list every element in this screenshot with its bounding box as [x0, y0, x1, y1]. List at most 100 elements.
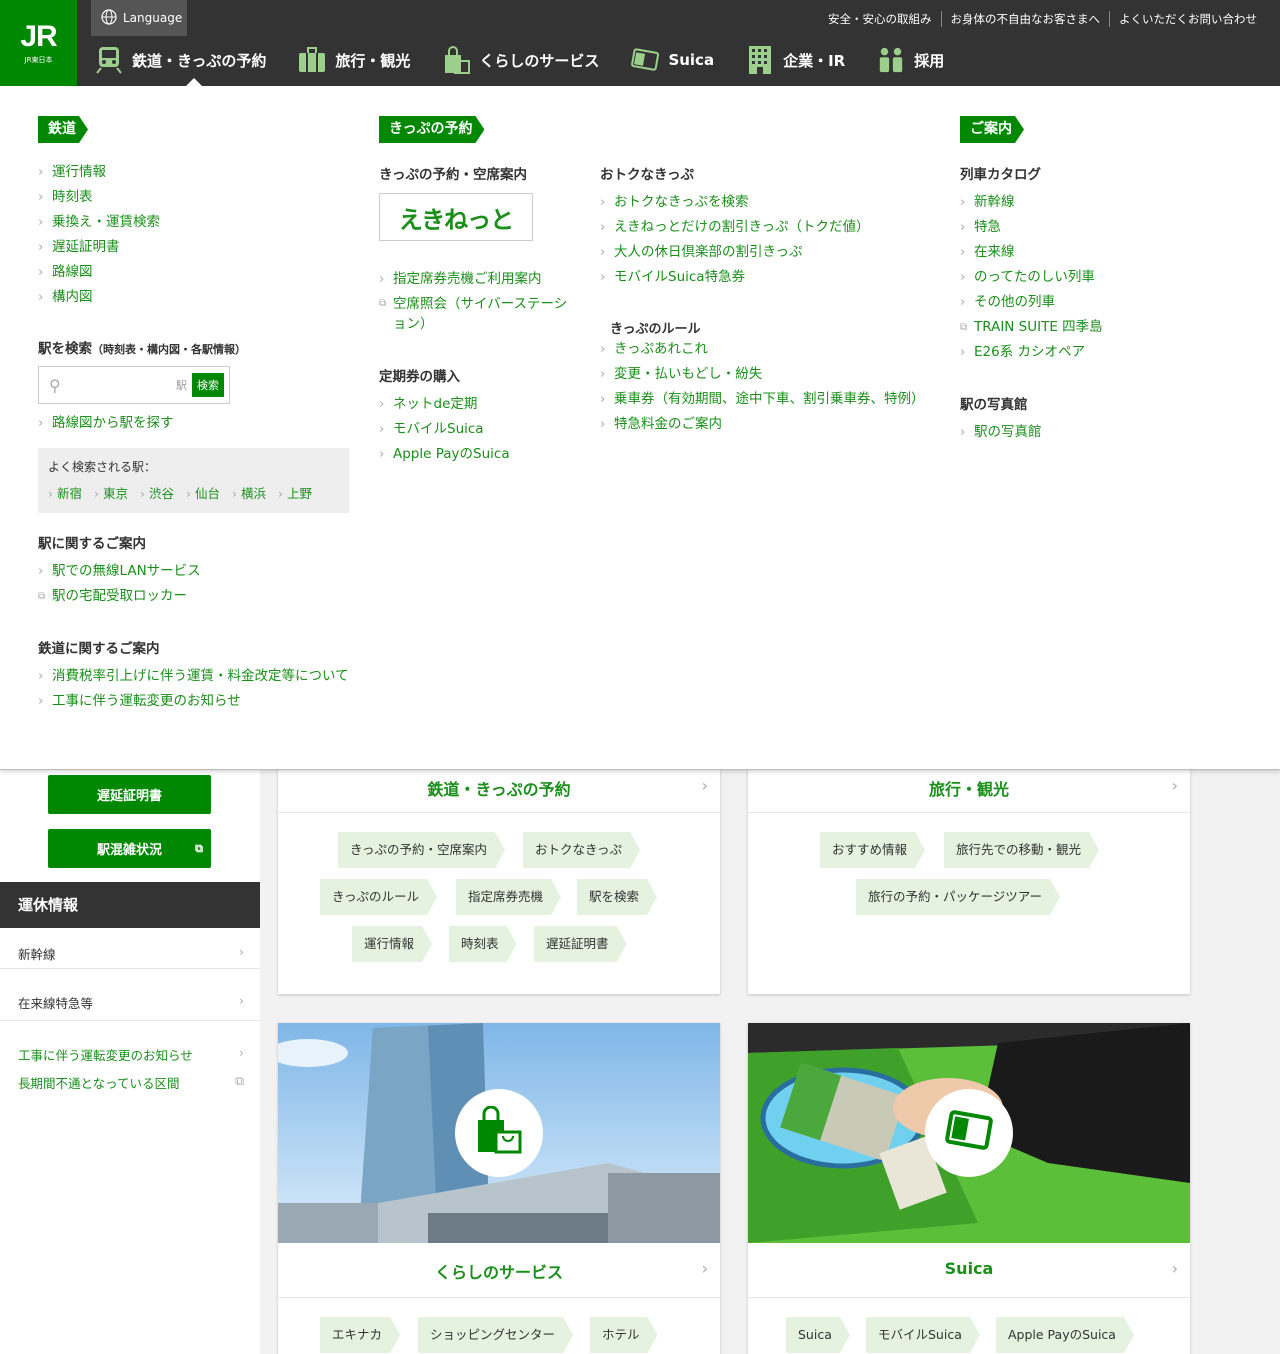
tag-delay-certificate[interactable]: 遅延証明書	[534, 926, 627, 962]
link-joyful-trains[interactable]: のってたのしい列車	[960, 265, 1103, 290]
link-construction-notice[interactable]: 工事に伴う運転変更のお知らせ	[38, 689, 349, 714]
pass-links: ネットde定期 モバイルSuica Apple PayのSuica	[379, 392, 510, 467]
divider	[0, 968, 260, 969]
link-net-de-teiki[interactable]: ネットde定期	[379, 392, 510, 417]
tag-local-transport[interactable]: 旅行先での移動・観光	[944, 832, 1099, 868]
card-title[interactable]: Suica	[748, 1259, 1190, 1278]
notice-construction[interactable]: 工事に伴う運転変更のお知らせ ›	[18, 1045, 244, 1064]
link-route-map[interactable]: 路線図	[38, 260, 160, 285]
link-cyber-station[interactable]: 空席照会（サイバーステーション）	[379, 294, 574, 334]
card-title[interactable]: 旅行・観光	[748, 776, 1190, 800]
popular-station[interactable]: 仙台	[186, 483, 220, 502]
link-fare-revision[interactable]: 消費税率引上げに伴う運賃・料金改定等について	[38, 664, 349, 689]
tag-ekinaka[interactable]: エキナカ	[320, 1317, 400, 1353]
section-flag-rail: 鉄道	[38, 116, 88, 143]
link-ticket-machine-guide[interactable]: 指定席券売機ご利用案内	[379, 269, 574, 289]
tag-ticket-machine[interactable]: 指定席券売機	[456, 879, 561, 915]
tag-package-tours[interactable]: 旅行の予約・パッケージツアー	[856, 879, 1060, 915]
tag-recommendations[interactable]: おすすめ情報	[820, 832, 925, 868]
util-link-faq[interactable]: よくいただくお問い合わせ	[1109, 11, 1266, 27]
link-change-refund[interactable]: 変更・払いもどし・紛失	[600, 362, 925, 387]
gnav-item-careers[interactable]: 採用	[877, 44, 944, 76]
tag-service-status[interactable]: 運行情報	[352, 926, 432, 962]
link-ticket-validity[interactable]: 乗車券（有効期間、途中下車、割引乗車券、特例）	[600, 387, 925, 412]
tag-suica[interactable]: Suica	[786, 1317, 850, 1353]
photo-links: 駅の写真館	[960, 420, 1042, 445]
util-link-safety[interactable]: 安全・安心の取組み	[819, 11, 941, 27]
card-travel: 旅行・観光 › おすすめ情報 旅行先での移動・観光 旅行の予約・パッケージツアー	[748, 750, 1190, 994]
tag-timetable[interactable]: 時刻表	[449, 926, 517, 962]
deals-links: おトクなきっぷを検索 えきねっとだけの割引きっぷ（トクだ値） 大人の休日倶楽部の…	[600, 190, 870, 290]
pass-heading: 定期券の購入	[379, 369, 460, 385]
link-apple-pay-suica[interactable]: Apple PayのSuica	[379, 442, 510, 467]
popular-station[interactable]: 横浜	[232, 483, 266, 502]
link-station-map[interactable]: 構内図	[38, 285, 160, 310]
station-congestion-button[interactable]: 駅混雑状況 ⧉	[48, 829, 211, 868]
map-search-link-list: 路線図から駅を探す	[38, 411, 174, 436]
button-label: 駅混雑状況	[96, 843, 162, 858]
station-search-button[interactable]: 検索	[192, 373, 224, 397]
link-limited-express[interactable]: 特急	[960, 215, 1103, 240]
delay-certificate-button[interactable]: 遅延証明書	[48, 775, 211, 814]
suspension-row-limited-express[interactable]: 在来線特急等 ›	[18, 993, 244, 1012]
link-train-suite-shikishima[interactable]: TRAIN SUITE 四季島	[960, 315, 1103, 340]
tag-reservation[interactable]: きっぷの予約・空席案内	[338, 832, 505, 868]
link-route-search[interactable]: 乗換え・運賃検索	[38, 210, 160, 235]
popular-station[interactable]: 東京	[94, 483, 128, 502]
popular-station[interactable]: 渋谷	[140, 483, 174, 502]
tag-shopping-center[interactable]: ショッピングセンター	[418, 1317, 573, 1353]
card-title[interactable]: くらしのサービス	[278, 1259, 720, 1283]
divider	[278, 812, 720, 813]
rail-info-heading: 鉄道に関するご案内	[38, 641, 160, 657]
language-button[interactable]: Language	[91, 0, 187, 36]
tag-mobile-suica[interactable]: モバイルSuica	[866, 1317, 980, 1353]
popular-station[interactable]: 新宿	[48, 483, 82, 502]
chevron-right-icon: ›	[1171, 1259, 1178, 1278]
chevron-right-icon: ›	[239, 993, 244, 1008]
tag-apple-pay-suica[interactable]: Apple PayのSuica	[996, 1317, 1134, 1353]
ekinet-banner[interactable]: えきねっと	[379, 193, 533, 241]
notice-long-suspension[interactable]: 長期間不通となっている区間 ⧉	[18, 1073, 244, 1092]
external-link-icon: ⧉	[195, 841, 203, 855]
suspension-row-shinkansen[interactable]: 新幹線 ›	[18, 944, 244, 963]
link-delay-certificate[interactable]: 遅延証明書	[38, 235, 160, 260]
link-mobile-suica-express[interactable]: モバイルSuica特急券	[600, 265, 870, 290]
tag-hotel[interactable]: ホテル	[590, 1317, 658, 1353]
link-station-wifi[interactable]: 駅での無線LANサービス	[38, 559, 201, 584]
link-parcel-locker[interactable]: 駅の宅配受取ロッカー	[38, 584, 201, 609]
gnav-item-suica[interactable]: Suica	[631, 44, 714, 76]
link-otona-no-kyujitsu[interactable]: 大人の休日倶楽部の割引きっぷ	[600, 240, 870, 265]
life-photo[interactable]	[278, 1023, 720, 1243]
link-local-lines[interactable]: 在来線	[960, 240, 1103, 265]
tag-rules[interactable]: きっぷのルール	[320, 879, 437, 915]
gnav-item-life[interactable]: くらしのサービス	[442, 44, 599, 76]
util-link-accessibility[interactable]: お身体の不自由なお客さまへ	[940, 11, 1110, 27]
tag-deals[interactable]: おトクなきっぷ	[523, 832, 640, 868]
link-mobile-suica[interactable]: モバイルSuica	[379, 417, 510, 442]
popular-station[interactable]: 上野	[278, 483, 312, 502]
link-ticket-basics[interactable]: きっぷあれこれ	[600, 337, 925, 362]
link-cassiopeia[interactable]: E26系 カシオペア	[960, 340, 1103, 365]
life-badge	[455, 1089, 543, 1177]
gnav-item-corporate[interactable]: 企業・IR	[746, 44, 845, 76]
row-label: 在来線特急等	[18, 996, 94, 1011]
link-find-station-from-map[interactable]: 路線図から駅を探す	[38, 411, 174, 436]
divider	[748, 812, 1190, 813]
link-tokudane[interactable]: えきねっとだけの割引きっぷ（トクだ値）	[600, 215, 870, 240]
gnav-item-travel[interactable]: 旅行・観光	[298, 44, 410, 76]
link-station-photos[interactable]: 駅の写真館	[960, 420, 1042, 445]
station-search-heading: 駅を検索（時刻表・構内図・各駅情報）	[38, 337, 246, 357]
link-shinkansen[interactable]: 新幹線	[960, 190, 1103, 215]
suica-photo[interactable]	[748, 1023, 1190, 1243]
jr-east-logo[interactable]: JR JR東日本	[0, 0, 77, 86]
row-label: 新幹線	[18, 947, 56, 962]
card-title[interactable]: 鉄道・きっぷの予約	[278, 776, 720, 800]
link-express-fare[interactable]: 特急料金のご案内	[600, 412, 925, 437]
gnav-item-rail[interactable]: 鉄道・きっぷの予約	[95, 44, 266, 76]
link-other-trains[interactable]: その他の列車	[960, 290, 1103, 315]
link-search-deals[interactable]: おトクなきっぷを検索	[600, 190, 870, 215]
link-service-status[interactable]: 運行情報	[38, 160, 160, 185]
station-search-input[interactable]	[66, 377, 162, 393]
link-timetable[interactable]: 時刻表	[38, 185, 160, 210]
tag-station-search[interactable]: 駅を検索	[577, 879, 657, 915]
